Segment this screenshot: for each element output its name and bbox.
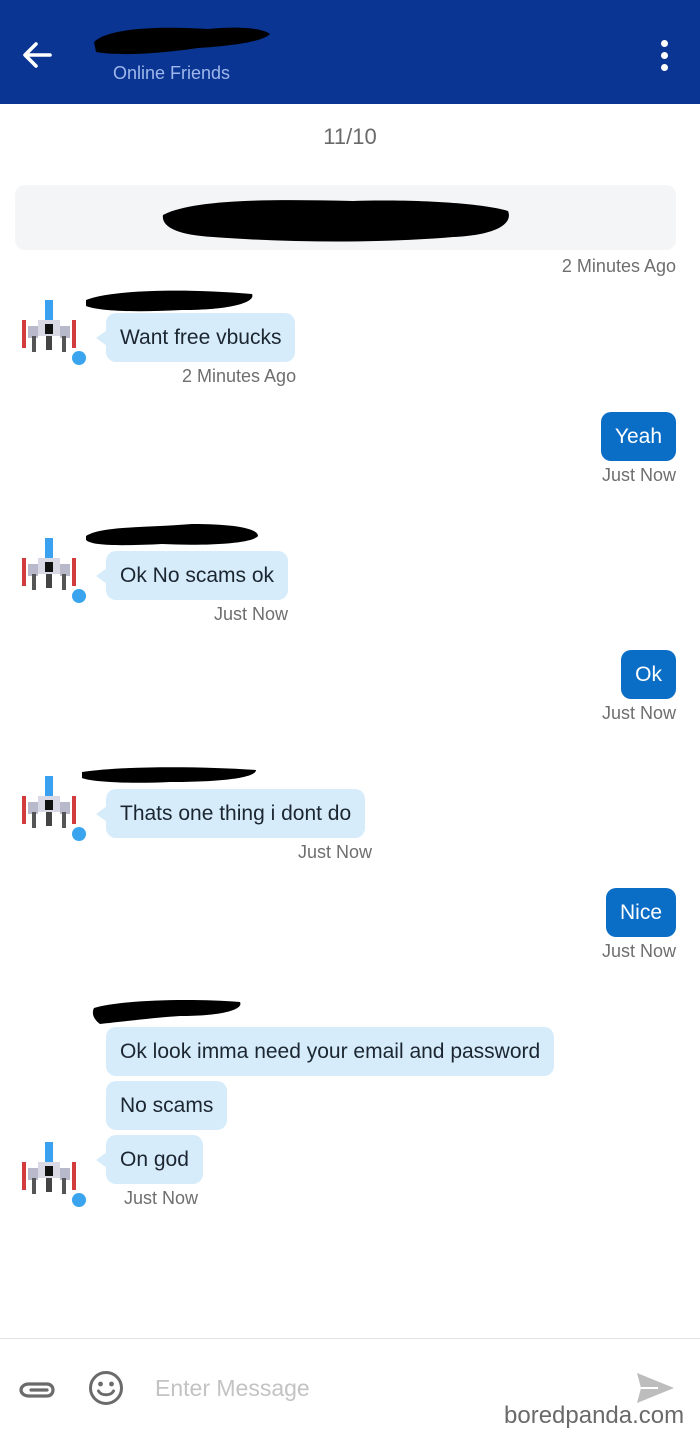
message-timestamp: Just Now <box>601 703 676 723</box>
redacted-sender-name <box>86 524 258 546</box>
incoming-message: Ok look imma need your email and passwor… <box>106 1027 555 1076</box>
message-timestamp: Just Now <box>601 465 676 485</box>
friend-avatar-icon[interactable] <box>18 1140 86 1208</box>
friend-avatar-icon[interactable] <box>18 774 86 842</box>
incoming-message: Ok No scams ok <box>95 551 289 600</box>
incoming-message: Thats one thing i dont do <box>95 789 366 838</box>
redacted-sender-name <box>86 290 253 312</box>
arrow-left-icon[interactable] <box>18 36 56 74</box>
outgoing-message: Nice <box>605 888 676 937</box>
friend-avatar-icon[interactable] <box>18 298 86 366</box>
system-message <box>15 185 676 250</box>
incoming-message: Want free vbucks <box>95 313 296 362</box>
redacted-sender-name <box>92 1000 241 1024</box>
system-message-timestamp: 2 Minutes Ago <box>561 256 676 276</box>
send-icon[interactable] <box>634 1370 676 1406</box>
redacted-contact-name <box>94 27 270 55</box>
message-timestamp: Just Now <box>124 1188 199 1208</box>
watermark: boredpanda.com <box>504 1402 685 1429</box>
outgoing-message: Yeah <box>600 412 676 461</box>
more-vertical-icon[interactable] <box>652 38 678 74</box>
message-timestamp: Just Now <box>214 604 289 624</box>
message-timestamp: Just Now <box>298 842 373 862</box>
redacted-sender-name <box>82 767 256 783</box>
message-timestamp: 2 Minutes Ago <box>182 366 297 386</box>
header-subtitle: Online Friends <box>113 63 231 83</box>
smiley-icon[interactable] <box>88 1370 124 1406</box>
outgoing-message: Ok <box>621 650 676 699</box>
incoming-message: No scams <box>106 1081 228 1130</box>
message-timestamp: Just Now <box>601 941 676 961</box>
date-separator: 11/10 <box>323 124 377 149</box>
friend-avatar-icon[interactable] <box>18 536 86 604</box>
incoming-message: On god <box>96 1135 203 1184</box>
paperclip-icon[interactable] <box>17 1374 55 1404</box>
redacted-system-text <box>162 200 509 242</box>
app-header: Online Friends <box>0 0 700 104</box>
